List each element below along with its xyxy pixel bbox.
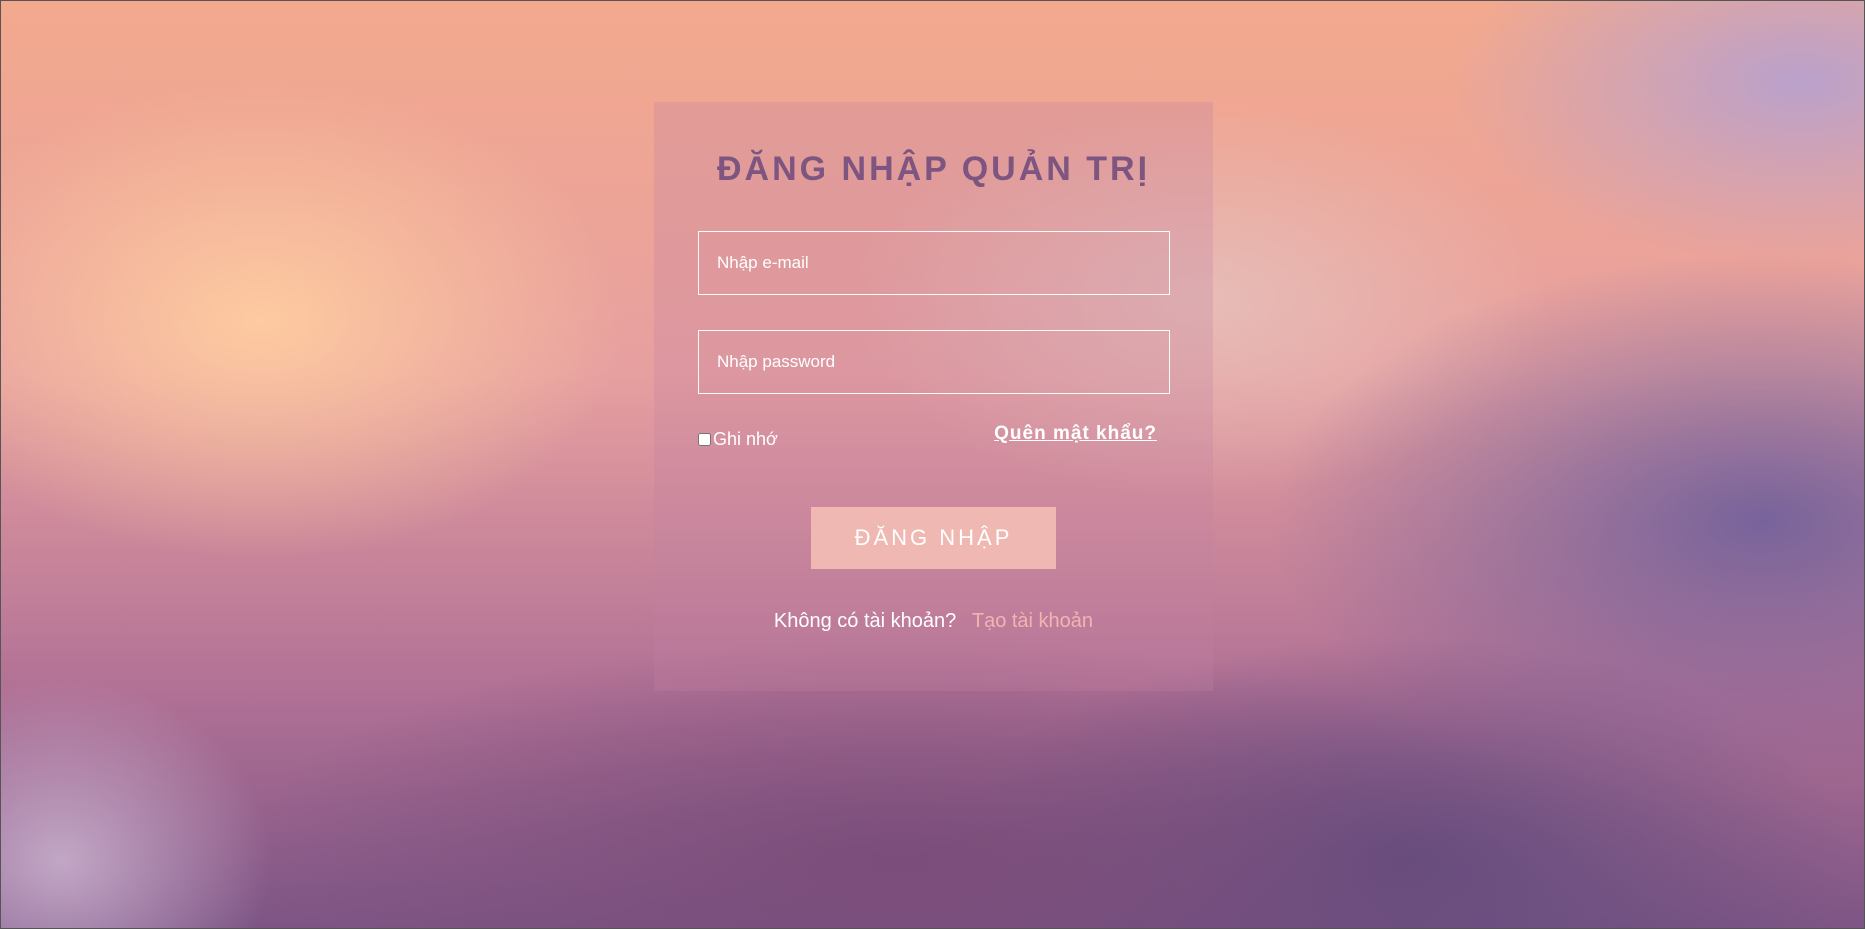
login-panel: ĐĂNG NHẬP QUẢN TRỊ Ghi nhớ Quên mật khẩu… bbox=[654, 102, 1213, 691]
signup-row: Không có tài khoản? Tạo tài khoản bbox=[654, 610, 1213, 633]
remember-me-checkbox[interactable] bbox=[698, 432, 711, 446]
remember-me-label: Ghi nhớ bbox=[713, 428, 778, 449]
password-input[interactable] bbox=[698, 330, 1170, 394]
email-input[interactable] bbox=[698, 231, 1170, 295]
login-button[interactable]: ĐĂNG NHẬP bbox=[811, 507, 1056, 569]
remember-me-row: Ghi nhớ bbox=[698, 426, 778, 452]
signup-prompt: Không có tài khoản? bbox=[773, 610, 957, 632]
create-account-link[interactable]: Tạo tài khoản bbox=[972, 610, 1093, 632]
login-title: ĐĂNG NHẬP QUẢN TRỊ bbox=[716, 150, 1151, 188]
forgot-password-link[interactable]: Quên mật khẩu? bbox=[994, 423, 1157, 445]
